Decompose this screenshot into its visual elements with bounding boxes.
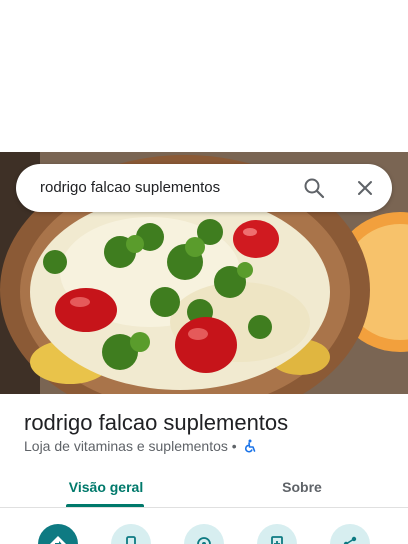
directions-button[interactable] xyxy=(38,524,78,544)
search-icon[interactable] xyxy=(302,176,326,200)
search-bar[interactable]: rodrigo falcao suplementos xyxy=(16,164,392,212)
place-subtitle: Loja de vitaminas e suplementos • xyxy=(24,438,257,456)
tab-overview[interactable]: Visão geral xyxy=(58,466,154,508)
nearby-icon xyxy=(197,537,211,544)
action-buttons xyxy=(0,518,408,544)
call-button[interactable] xyxy=(111,524,151,544)
save-icon xyxy=(271,536,283,544)
phone-icon xyxy=(126,536,136,544)
tabs-divider xyxy=(0,507,408,508)
place-title: rodrigo falcao suplementos xyxy=(24,410,289,435)
separator: • xyxy=(231,438,237,454)
share-icon xyxy=(343,536,357,544)
save-button[interactable] xyxy=(257,524,297,544)
directions-icon xyxy=(50,536,66,544)
close-icon[interactable] xyxy=(353,176,377,200)
place-category: Loja de vitaminas e suplementos xyxy=(24,438,228,454)
nearby-button[interactable] xyxy=(184,524,224,544)
share-button[interactable] xyxy=(330,524,370,544)
wheelchair-icon xyxy=(243,439,257,456)
map-blank-area xyxy=(0,0,408,152)
tab-bar: Visão geral Sobre xyxy=(0,466,408,508)
tab-about[interactable]: Sobre xyxy=(252,466,352,508)
search-input[interactable]: rodrigo falcao suplementos xyxy=(40,179,220,196)
